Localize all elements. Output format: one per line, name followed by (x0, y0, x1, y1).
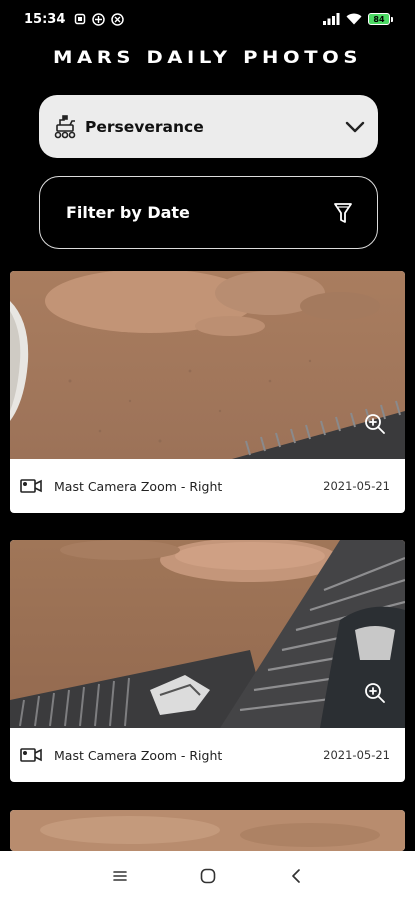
mars-photo[interactable] (10, 540, 405, 728)
chevron-down-icon[interactable] (344, 116, 366, 138)
home-icon[interactable] (199, 867, 217, 885)
battery-icon: 84 (368, 13, 393, 25)
back-icon[interactable] (287, 867, 305, 885)
photo-card[interactable]: Mast Camera Zoom - Right 2021-05-21 (10, 271, 405, 513)
photo-date: 2021-05-21 (323, 479, 390, 493)
camera-name: Mast Camera Zoom - Right (54, 478, 223, 494)
camera-icon (20, 746, 42, 764)
mars-photo[interactable] (10, 810, 405, 851)
photo-card[interactable]: Mast Camera Zoom - Right 2021-05-21 (10, 540, 405, 782)
signal-icon (322, 13, 340, 26)
rover-icon (51, 113, 79, 141)
app-title: MARS DAILY PHOTOS (52, 48, 363, 68)
camera-icon (20, 477, 42, 495)
sync-icon (111, 12, 125, 26)
system-nav-bar (0, 851, 415, 900)
rover-select-value: Perseverance (85, 117, 204, 136)
menu-icon[interactable] (111, 867, 129, 885)
photo-caption: Mast Camera Zoom - Right 2021-05-21 (10, 459, 405, 513)
photo-date: 2021-05-21 (323, 748, 390, 762)
funnel-icon (333, 201, 353, 225)
filter-by-date-button[interactable]: Filter by Date (39, 176, 378, 249)
camera-name: Mast Camera Zoom - Right (54, 747, 223, 763)
vpn-icon (92, 12, 106, 26)
wifi-icon (346, 13, 362, 26)
photo-caption: Mast Camera Zoom - Right 2021-05-21 (10, 728, 405, 782)
mars-photo[interactable] (10, 271, 405, 459)
notification-icon (73, 13, 86, 26)
zoom-in-icon[interactable] (363, 681, 387, 705)
filter-label: Filter by Date (66, 203, 190, 222)
photo-card[interactable] (10, 810, 405, 851)
rover-select[interactable]: Perseverance (39, 95, 378, 158)
battery-level: 84 (368, 13, 390, 25)
status-bar: 15:34 84 (0, 0, 415, 38)
zoom-in-icon[interactable] (363, 412, 387, 436)
status-time: 15:34 (24, 11, 66, 27)
